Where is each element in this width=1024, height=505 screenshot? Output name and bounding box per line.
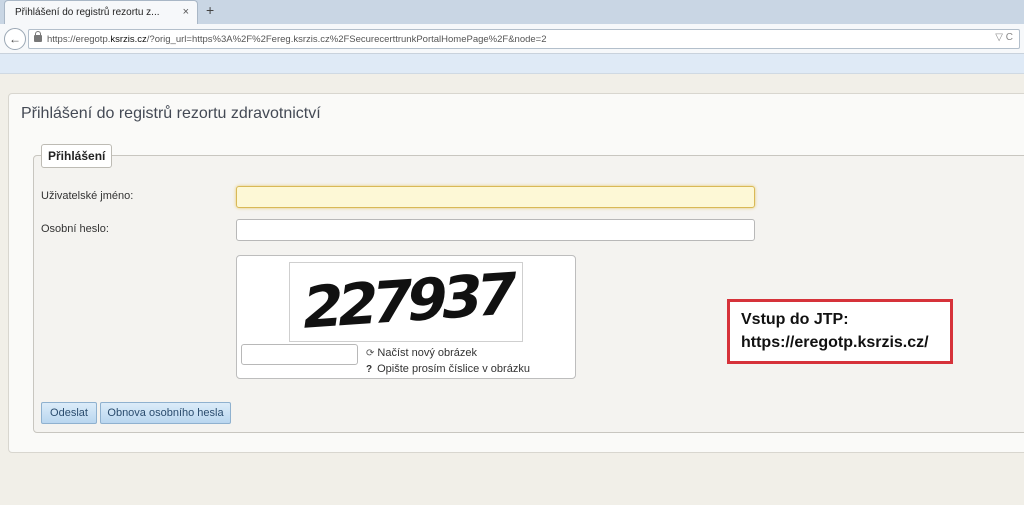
back-button[interactable]: ← [4, 28, 26, 50]
reset-password-button[interactable]: Obnova osobního hesla [100, 402, 231, 424]
address-bar[interactable]: https://eregotp.ksrzis.cz/?orig_url=http… [28, 29, 1020, 49]
submit-button[interactable]: Odeslat [41, 402, 97, 424]
tab-bar: Přihlášení do registrů rezortu z... × + [0, 0, 1024, 24]
captcha-help-label: Opište prosím číslice v obrázku [377, 363, 530, 375]
site-header-strip [0, 54, 1024, 74]
username-label: Uživatelské jméno: [41, 190, 134, 202]
reload-icon: ⟳ [366, 348, 375, 359]
page-title: Přihlášení do registrů rezortu zdravotni… [21, 105, 321, 122]
reload-page-icon[interactable]: ▽ C [995, 32, 1013, 43]
navigation-bar: ← https://eregotp.ksrzis.cz/?orig_url=ht… [0, 24, 1024, 54]
lock-icon [34, 31, 42, 42]
username-input[interactable] [236, 186, 755, 208]
login-legend: Přihlášení [41, 144, 113, 168]
captcha-help: ? Opište prosím číslice v obrázku [366, 363, 530, 375]
url-domain: ksrzis.cz [110, 34, 147, 45]
password-label: Osobní heslo: [41, 223, 109, 235]
annotation-line-1: Vstup do JTP: [741, 311, 849, 328]
new-tab-icon[interactable]: + [206, 2, 214, 18]
reload-captcha-label: Načíst nový obrázek [377, 347, 478, 359]
annotation-box: Vstup do JTP: https://eregotp.ksrzis.cz/ [727, 299, 953, 364]
url-rest: /?orig_url=https%3A%2F%2Fereg.ksrzis.cz%… [146, 34, 547, 45]
url-prefix: https://eregotp. [47, 34, 111, 45]
tab-title: Přihlášení do registrů rezortu z... [15, 7, 160, 18]
captcha-input[interactable] [241, 344, 358, 365]
reload-captcha-link[interactable]: ⟳ Načíst nový obrázek [366, 347, 477, 359]
annotation-line-2: https://eregotp.ksrzis.cz/ [741, 334, 929, 351]
close-icon[interactable]: × [183, 6, 189, 18]
captcha-image: 227937 [289, 260, 523, 342]
help-icon: ? [366, 364, 373, 375]
captcha-digits: 227937 [297, 259, 517, 343]
password-input[interactable] [236, 219, 755, 241]
browser-tab[interactable]: Přihlášení do registrů rezortu z... × [4, 0, 198, 24]
